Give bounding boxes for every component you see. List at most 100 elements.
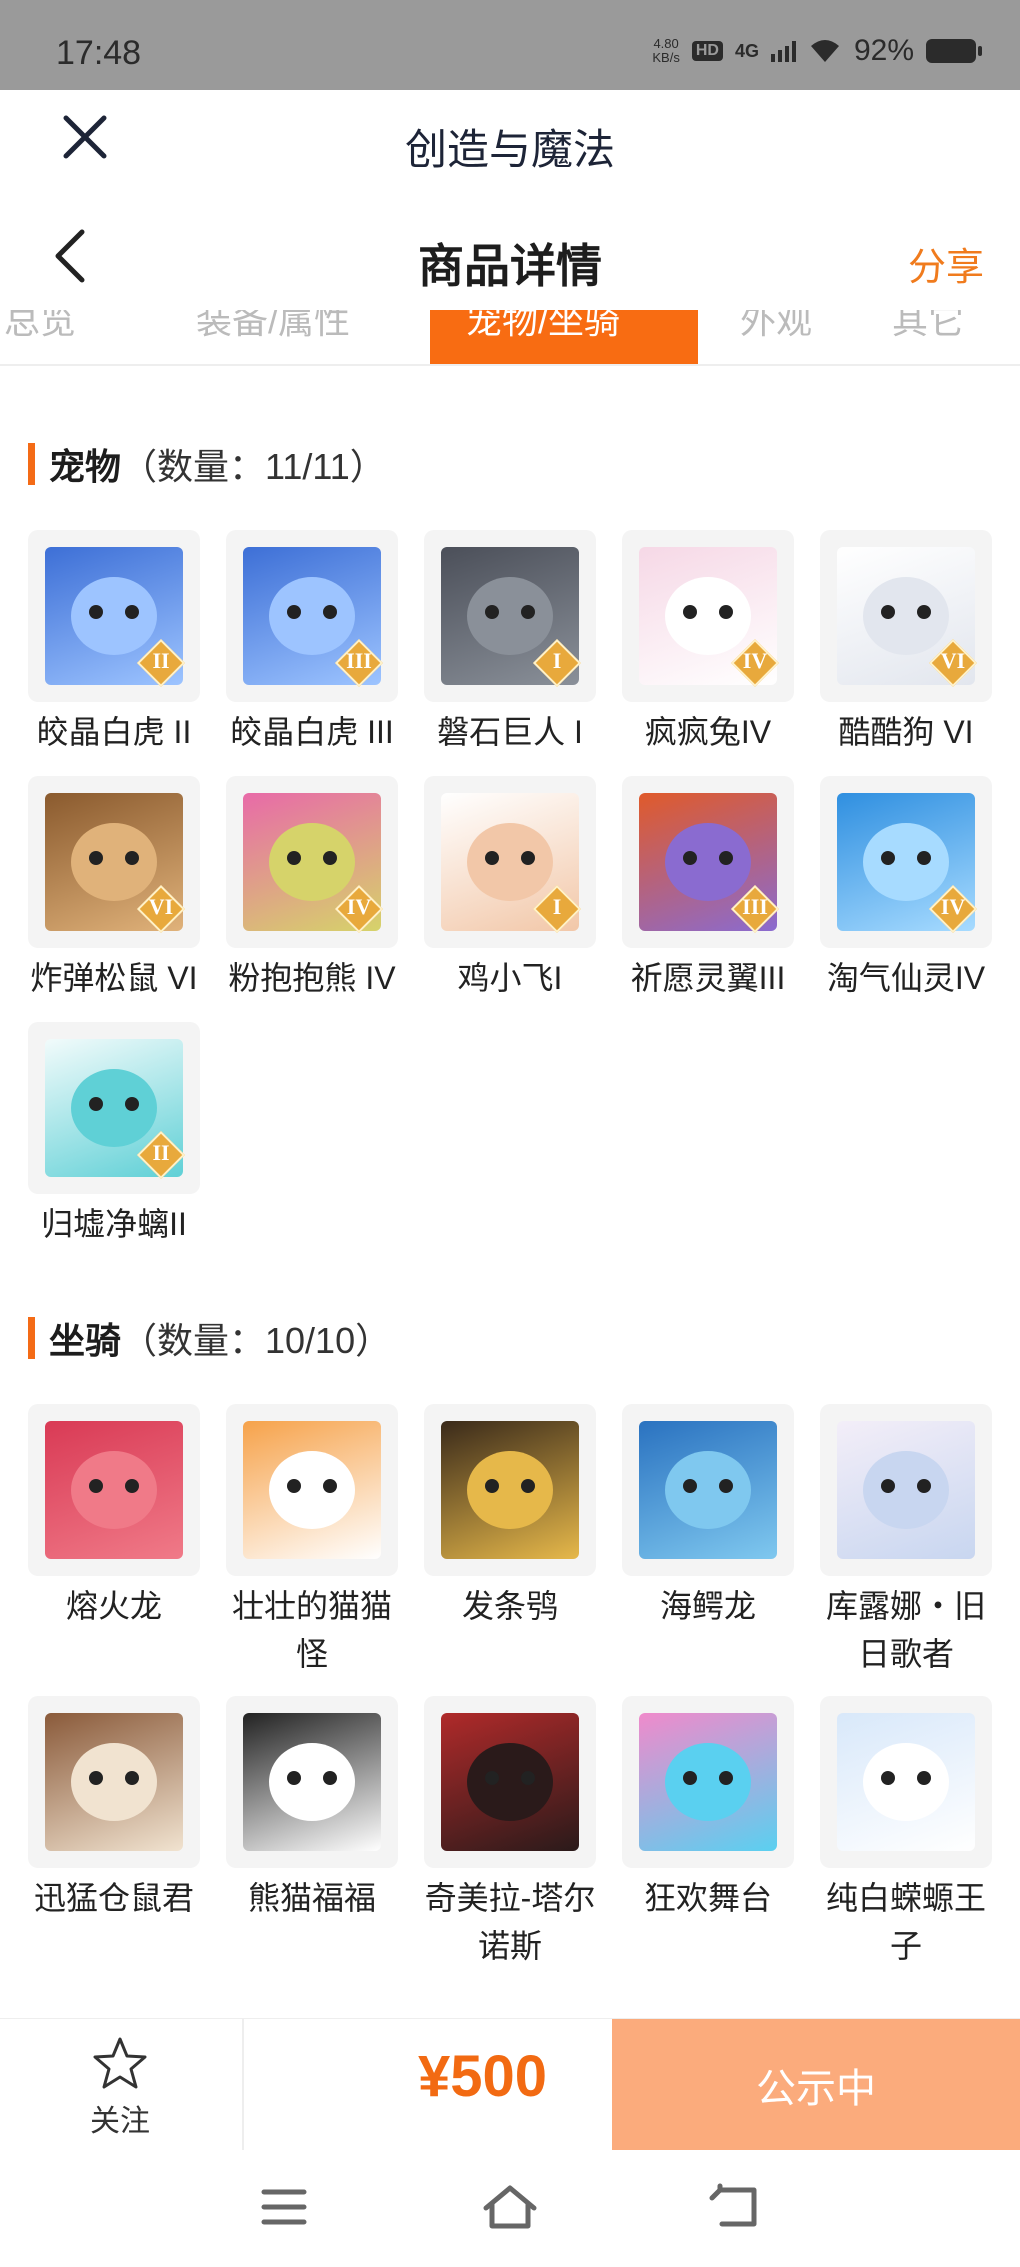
- item-image: [639, 1421, 777, 1559]
- follow-button[interactable]: 关注: [60, 2035, 180, 2140]
- grid-item[interactable]: IV 疯疯兔IV: [622, 530, 794, 756]
- tab-strip: 总览 装备/属性 宠物/坐骑 外观 其它: [0, 310, 1020, 366]
- item-image-eye: [917, 605, 931, 619]
- grid-item[interactable]: VI 炸弹松鼠 VI: [28, 776, 200, 1002]
- item-label: 炸弹松鼠 VI: [30, 960, 198, 996]
- item-image-eye: [323, 1479, 337, 1493]
- menu-icon[interactable]: [254, 2180, 314, 2234]
- item-image-face: [863, 1743, 949, 1821]
- item-thumbnail: [820, 1404, 992, 1576]
- item-thumbnail: [28, 1696, 200, 1868]
- status-indicators: 4.80 KB/s HD 4G 92%: [652, 34, 982, 68]
- item-image: [837, 1713, 975, 1851]
- item-label: 鸡小飞I: [457, 960, 563, 996]
- rank-badge: I: [532, 884, 582, 934]
- price: ¥500: [418, 2044, 548, 2109]
- grid-item[interactable]: II 皎晶白虎 II: [28, 530, 200, 756]
- item-image-eye: [287, 605, 301, 619]
- item-thumbnail: [622, 1696, 794, 1868]
- item-label: 熔火龙: [65, 1588, 162, 1624]
- item-label: 熊猫福福: [247, 1880, 376, 1916]
- item-image-eye: [521, 605, 535, 619]
- item-image: [45, 1421, 183, 1559]
- grid-item[interactable]: 发条鸮: [424, 1404, 596, 1630]
- item-image-face: [71, 1451, 157, 1529]
- system-nav-bar: [0, 2150, 1020, 2267]
- grid-item[interactable]: 壮壮的猫猫怪: [226, 1404, 398, 1678]
- item-thumbnail: IV: [622, 530, 794, 702]
- tab-equipment[interactable]: 装备/属性: [196, 310, 350, 344]
- grid-item[interactable]: 迅猛仓鼠君: [28, 1696, 200, 1922]
- grid-item[interactable]: 狂欢舞台: [622, 1696, 794, 1922]
- item-image-eye: [125, 1097, 139, 1111]
- bottom-action-bar: 关注 ¥500 公示中: [0, 2018, 1020, 2151]
- item-image-eye: [125, 1479, 139, 1493]
- rank-numeral: VI: [148, 894, 174, 919]
- grid-item[interactable]: 库露娜・旧日歌者: [820, 1404, 992, 1678]
- item-label: 壮壮的猫猫怪: [231, 1588, 392, 1672]
- battery-icon: [926, 39, 982, 63]
- grid-item[interactable]: 纯白蝾螈王子: [820, 1696, 992, 1970]
- rank-badge: II: [136, 638, 186, 688]
- item-image-eye: [323, 851, 337, 865]
- tab-overview[interactable]: 总览: [4, 310, 76, 344]
- home-icon[interactable]: [480, 2180, 540, 2234]
- tab-pets-mounts[interactable]: 宠物/坐骑: [430, 310, 698, 364]
- grid-item[interactable]: II 归墟净螭II: [28, 1022, 200, 1248]
- battery-percent: 92%: [853, 34, 914, 67]
- rank-badge: VI: [928, 638, 978, 688]
- item-label: 狂欢舞台: [643, 1880, 772, 1916]
- rank-badge: III: [730, 884, 780, 934]
- grid-item[interactable]: 熊猫福福: [226, 1696, 398, 1922]
- item-image-eye: [683, 605, 697, 619]
- grid-item[interactable]: VI 酷酷狗 VI: [820, 530, 992, 756]
- grid-item[interactable]: 奇美拉-塔尔诺斯: [424, 1696, 596, 1970]
- item-thumbnail: [622, 1404, 794, 1576]
- item-image-eye: [287, 851, 301, 865]
- rank-badge: III: [334, 638, 384, 688]
- item-image-face: [269, 1743, 355, 1821]
- grid-item[interactable]: III 皎晶白虎 III: [226, 530, 398, 756]
- grid-item[interactable]: III 祈愿灵翼III: [622, 776, 794, 1002]
- grid-item[interactable]: I 磐石巨人 I: [424, 530, 596, 756]
- section-title-pets: 宠物 （数量：11/11）: [28, 442, 386, 487]
- item-image: [441, 1421, 579, 1559]
- tab-appearance[interactable]: 外观: [740, 310, 812, 344]
- status-bar: 17:48 4.80 KB/s HD 4G 92%: [0, 0, 1020, 90]
- rank-numeral: III: [346, 648, 372, 673]
- item-label: 酷酷狗 VI: [838, 714, 974, 750]
- item-label: 皎晶白虎 III: [230, 714, 394, 750]
- item-thumbnail: II: [28, 530, 200, 702]
- page-header: 商品详情 分享: [0, 200, 1020, 310]
- signal-icon: [770, 40, 796, 62]
- item-image-eye: [485, 605, 499, 619]
- item-image-eye: [521, 1771, 535, 1785]
- item-label: 磐石巨人 I: [437, 714, 583, 750]
- grid-item[interactable]: IV 淘气仙灵IV: [820, 776, 992, 1002]
- item-image: [837, 1421, 975, 1559]
- share-button[interactable]: 分享: [908, 236, 984, 291]
- item-thumbnail: [28, 1404, 200, 1576]
- tab-other[interactable]: 其它: [892, 310, 964, 344]
- item-label: 淘气仙灵IV: [826, 960, 986, 996]
- rank-badge: I: [532, 638, 582, 688]
- rank-badge: IV: [334, 884, 384, 934]
- back-icon[interactable]: [706, 2180, 766, 2234]
- item-image-face: [467, 1743, 553, 1821]
- item-label: 粉抱抱熊 IV: [228, 960, 396, 996]
- item-label: 归墟净螭II: [41, 1206, 187, 1242]
- grid-item[interactable]: I 鸡小飞I: [424, 776, 596, 1002]
- grid-item[interactable]: 熔火龙: [28, 1404, 200, 1630]
- item-image-eye: [881, 1479, 895, 1493]
- grid-item[interactable]: IV 粉抱抱熊 IV: [226, 776, 398, 1002]
- item-thumbnail: II: [28, 1022, 200, 1194]
- app-bar: 创造与魔法: [0, 90, 1020, 190]
- item-thumbnail: [424, 1404, 596, 1576]
- item-image-eye: [917, 851, 931, 865]
- public-notice-button[interactable]: 公示中: [612, 2019, 1020, 2151]
- item-thumbnail: [424, 1696, 596, 1868]
- rank-numeral: IV: [940, 894, 966, 919]
- grid-item[interactable]: 海鳄龙: [622, 1404, 794, 1630]
- item-image: [441, 1713, 579, 1851]
- divider: [242, 2019, 244, 2151]
